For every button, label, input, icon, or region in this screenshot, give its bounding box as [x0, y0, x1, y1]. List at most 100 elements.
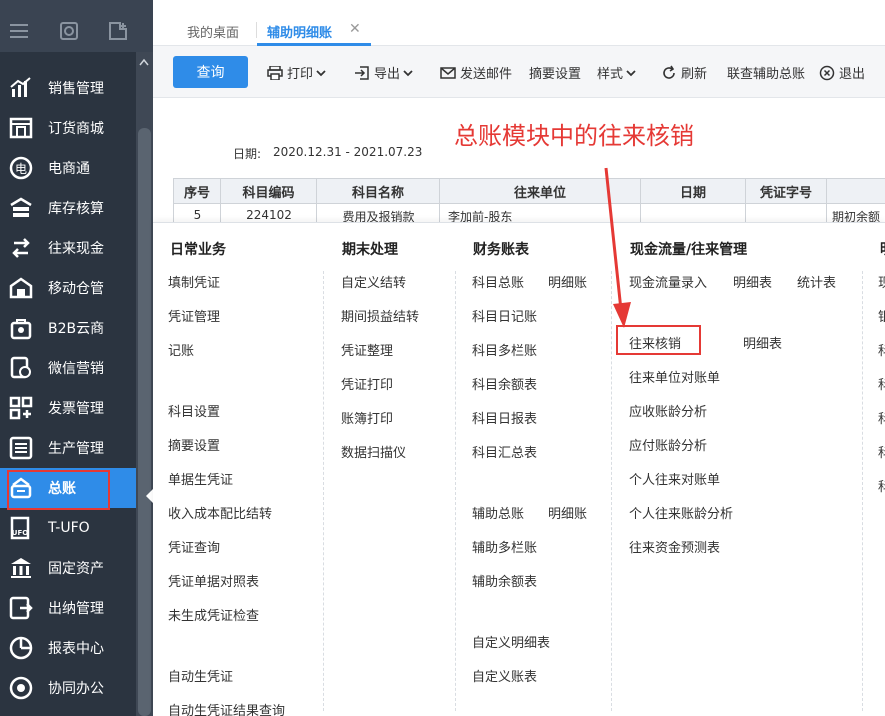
menu-group-finance-books: 财务账表 [473, 242, 529, 258]
menu-item[interactable]: 辅助总账 [472, 503, 524, 522]
menu-item[interactable]: 记账 [168, 340, 194, 359]
menu-item[interactable]: 自动生凭证 [168, 666, 233, 685]
sidebar-item-wechat[interactable]: 微信营销 [0, 348, 136, 388]
column-header[interactable]: 科目编码 [220, 178, 317, 204]
style-button[interactable]: 样式 [597, 63, 640, 82]
menu-item[interactable]: 统计表 [797, 272, 836, 291]
tab-close-icon[interactable]: ✕ [349, 21, 361, 37]
menu-item[interactable]: 期间损益结转 [341, 306, 419, 325]
column-header[interactable]: 科目名称 [316, 178, 440, 204]
export-button[interactable]: 导出 [354, 63, 417, 82]
menu-item[interactable]: 科目日记账 [472, 306, 537, 325]
print-button[interactable]: 打印 [267, 63, 330, 82]
menu-item[interactable]: 数据扫描仪 [341, 442, 406, 461]
column-header[interactable]: 序号 [173, 178, 221, 204]
new-doc-icon[interactable] [106, 20, 128, 42]
menu-item[interactable]: 应收账龄分析 [629, 401, 707, 420]
menu-item[interactable]: 凭证查询 [168, 537, 220, 556]
menu-item[interactable]: 应付账龄分析 [629, 435, 707, 454]
summary-settings-button[interactable]: 摘要设置 [529, 63, 581, 82]
sidebar-item-sales[interactable]: 销售管理 [0, 68, 136, 108]
menu-item[interactable]: 科目总账 [472, 272, 524, 291]
menu-item[interactable]: 科目汇总表 [472, 442, 537, 461]
sidebar-item-b2b[interactable]: B2B云商 [0, 308, 136, 348]
sidebar-menu: 销售管理 订货商城 电 电商通 库存核算 往来现金 移动仓管 B2B云商 微信营… [0, 68, 153, 708]
sidebar-item-report-center[interactable]: 报表中心 [0, 628, 136, 668]
menu-item[interactable]: 辅助多栏账 [472, 537, 537, 556]
menu-item[interactable]: 收入成本配比结转 [168, 503, 272, 522]
menu-item[interactable]: 明细账 [548, 272, 587, 291]
menu-item[interactable]: 自动生凭证结果查询 [168, 700, 285, 716]
search-doc-icon[interactable] [58, 20, 80, 42]
sidebar-item-invoice[interactable]: 发票管理 [0, 388, 136, 428]
menu-item[interactable]: 明细表 [743, 333, 782, 352]
sidebar-scroll-thumb[interactable] [138, 128, 151, 716]
menu-item[interactable]: 个人往来对账单 [629, 469, 720, 488]
menu-item[interactable]: 辅助余额表 [472, 571, 537, 590]
query-button[interactable]: 查询 [173, 56, 248, 88]
sidebar-item-tufo[interactable]: UFO T-UFO [0, 508, 136, 548]
menu-item[interactable]: 凭证管理 [168, 306, 220, 325]
menu-item[interactable]: 现 [878, 272, 885, 291]
menu-item[interactable]: 科目日报表 [472, 408, 537, 427]
menu-item[interactable]: 摘要设置 [168, 435, 220, 454]
sidebar-item-label: 库存核算 [48, 201, 104, 217]
sidebar-item-label: 订货商城 [48, 121, 104, 137]
menu-item[interactable]: 自定义明细表 [472, 632, 550, 651]
sidebar-item-cashier[interactable]: 出纳管理 [0, 588, 136, 628]
exchange-icon [12, 238, 30, 258]
column-header[interactable]: 日期 [640, 178, 746, 204]
sidebar-item-ecommerce[interactable]: 电 电商通 [0, 148, 136, 188]
menu-item[interactable]: 凭证整理 [341, 340, 393, 359]
sidebar-item-mobile-warehouse[interactable]: 移动仓管 [0, 268, 136, 308]
refresh-button[interactable]: 刷新 [661, 63, 707, 82]
menu-item[interactable]: 明细账 [548, 503, 587, 522]
column-header[interactable] [826, 178, 885, 204]
sidebar-item-production[interactable]: 生产管理 [0, 428, 136, 468]
sidebar-item-inventory[interactable]: 库存核算 [0, 188, 136, 228]
menu-item[interactable]: 往来资金预测表 [629, 537, 720, 556]
sidebar-item-fixed-assets[interactable]: 固定资产 [0, 548, 136, 588]
annotation-title: 总账模块中的往来核销 [454, 122, 694, 150]
menu-item[interactable]: 科目设置 [168, 401, 220, 420]
menu-item[interactable]: 银 [878, 306, 885, 325]
menu-item[interactable]: 自定义结转 [341, 272, 406, 291]
send-mail-button[interactable]: 发送邮件 [440, 63, 512, 82]
menu-icon[interactable] [8, 20, 30, 42]
sidebar-item-order-mall[interactable]: 订货商城 [0, 108, 136, 148]
menu-item[interactable]: 个人往来账龄分析 [629, 503, 733, 522]
menu-item[interactable]: 填制凭证 [168, 272, 220, 291]
menu-item[interactable]: 科 [878, 340, 885, 359]
menu-item[interactable]: 明细表 [733, 272, 772, 291]
ledger-table: 序号 科目编码 科目名称 往来单位 日期 凭证字号 5 224102 费用及报销… [173, 178, 885, 222]
menu-item[interactable]: 科 [878, 476, 885, 495]
menu-item[interactable]: 科 [878, 374, 885, 393]
menu-item[interactable]: 往来单位对账单 [629, 367, 720, 386]
menu-item[interactable]: 凭证单据对照表 [168, 571, 259, 590]
sidebar-item-label: T-UFO [48, 520, 90, 536]
menu-item[interactable]: 未生成凭证检查 [168, 605, 259, 624]
tab-aux-detail-ledger[interactable]: 辅助明细账 [267, 22, 332, 41]
menu-item[interactable]: 账簿打印 [341, 408, 393, 427]
menu-item[interactable]: 科 [878, 442, 885, 461]
export-label: 导出 [374, 67, 401, 82]
menu-item[interactable]: 凭证打印 [341, 374, 393, 393]
sidebar-item-cash[interactable]: 往来现金 [0, 228, 136, 268]
menu-group-period-end: 期末处理 [342, 242, 398, 258]
exit-button[interactable]: 退出 [819, 63, 865, 82]
sidebar-item-general-ledger[interactable]: 总账 [0, 468, 153, 510]
menu-item[interactable]: 单据生凭证 [168, 469, 233, 488]
close-circle-icon [819, 65, 835, 80]
menu-group-next: 明 [880, 239, 885, 259]
menu-item[interactable]: 科目多栏账 [472, 340, 537, 359]
sidebar-item-collaboration[interactable]: 协同办公 [0, 668, 136, 708]
menu-item[interactable]: 科 [878, 408, 885, 427]
column-header[interactable]: 往来单位 [439, 178, 641, 204]
tab-desktop[interactable]: 我的桌面 [187, 22, 239, 41]
column-header[interactable]: 凭证字号 [745, 178, 827, 204]
menu-item[interactable]: 现金流量录入 [629, 272, 707, 291]
menu-item[interactable]: 科目余额表 [472, 374, 537, 393]
scroll-up-icon[interactable] [139, 58, 149, 66]
linked-query-button[interactable]: 联查辅助总账 [727, 63, 805, 82]
menu-item[interactable]: 自定义账表 [472, 666, 537, 685]
